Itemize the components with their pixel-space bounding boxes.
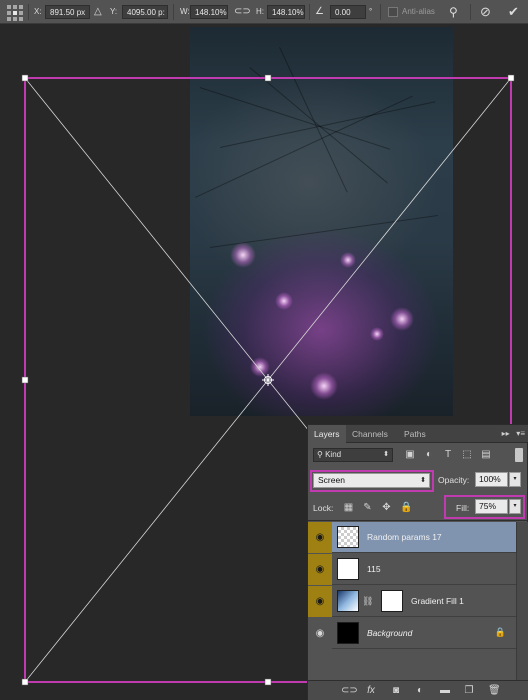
layer-lock-icon: 🔒 — [494, 627, 506, 637]
y-field[interactable]: 4095.00 p: — [122, 5, 168, 19]
filter-type-icon[interactable]: T — [442, 449, 454, 461]
width-field[interactable]: 148.10% — [190, 5, 228, 19]
layer-name: Background — [367, 628, 413, 638]
tab-layers[interactable]: Layers — [308, 425, 346, 443]
layer-thumbnail — [337, 526, 359, 548]
lock-fill-row: Lock: ▦ ✎ ✥ 🔒 Fill: 75% ▾ — [308, 495, 528, 521]
cancel-transform-icon[interactable]: ⊘ — [480, 0, 491, 24]
lock-transparent-pixels-icon[interactable]: ▦ — [343, 502, 354, 513]
lock-image-pixels-icon[interactable]: ✎ — [362, 502, 373, 513]
degree-symbol: ° — [369, 7, 373, 16]
opacity-field[interactable]: 100% — [475, 472, 508, 487]
transform-handle-top-right[interactable] — [507, 74, 515, 82]
filter-smart-object-icon[interactable]: ▤ — [480, 449, 492, 461]
gradient-thumbnail — [337, 590, 359, 612]
opacity-dropdown-icon[interactable]: ▾ — [509, 472, 521, 487]
filter-pixel-icon[interactable]: ▣ — [404, 449, 416, 461]
reference-point-icon[interactable] — [6, 4, 23, 21]
anti-alias-label: Anti-alias — [402, 7, 435, 16]
layer-filter-row: ⚲ Kind ⬍ ▣ ◐ T ⬚ ▤ — [308, 444, 528, 466]
link-icon[interactable]: ⊂⊃ — [234, 0, 251, 24]
filter-shape-icon[interactable]: ⬚ — [461, 449, 473, 461]
visibility-eye-icon[interactable]: ◉ — [308, 586, 332, 617]
layer-name: 115 — [367, 564, 381, 574]
w-label: W: — [180, 7, 190, 16]
anti-alias-checkbox[interactable] — [388, 7, 398, 17]
layer-row-gradient-fill-1[interactable]: ◉ ⛓ Gradient Fill 1 — [308, 586, 516, 617]
transform-handle-top[interactable] — [264, 74, 272, 82]
tab-channels[interactable]: Channels — [346, 425, 394, 443]
filter-kind-select[interactable]: ⚲ Kind ⬍ — [313, 448, 393, 462]
layer-list-scrollbar[interactable] — [516, 522, 528, 680]
y-label: Y: — [110, 7, 118, 16]
separator — [28, 4, 29, 20]
blend-row: Screen ⬍ Opacity: 100% ▾ — [308, 467, 528, 495]
lock-position-icon[interactable]: ✥ — [381, 502, 392, 513]
visibility-eye-icon[interactable]: ◉ — [308, 618, 332, 649]
h-label: H: — [256, 7, 264, 16]
layer-thumbnail — [337, 622, 359, 644]
commit-transform-icon[interactable]: ✔ — [508, 0, 519, 24]
trash-icon[interactable]: 🗑 — [488, 685, 501, 697]
fx-icon[interactable]: fx — [365, 685, 377, 697]
x-label: X: — [34, 7, 42, 16]
options-bar: X: 891.50 px △ Y: 4095.00 p: W: 148.10% … — [0, 0, 528, 24]
angle-icon: ∠ — [315, 6, 324, 17]
layers-panel-footer: ⊂⊃ fx ◙ ◐ ▬ ❐ 🗑 — [308, 680, 528, 700]
opacity-label: Opacity: — [438, 475, 470, 485]
lock-label: Lock: — [313, 503, 334, 513]
artwork-image — [190, 27, 453, 416]
fill-highlight — [444, 495, 525, 519]
photoshop-window: X: 891.50 px △ Y: 4095.00 p: W: 148.10% … — [0, 0, 528, 700]
mask-link-icon[interactable]: ⛓ — [362, 596, 373, 607]
layer-list: ◉ Random params 17 ◉ 115 ◉ ⛓ Gradient Fi… — [308, 522, 528, 680]
layer-row-115[interactable]: ◉ 115 — [308, 554, 516, 585]
panel-menu-icon[interactable]: ▸▸ ▾≡ — [502, 425, 525, 443]
new-group-icon[interactable]: ▬ — [439, 685, 451, 697]
layer-row-random-params-17[interactable]: ◉ Random params 17 — [308, 522, 516, 553]
blend-mode-highlight — [310, 470, 434, 492]
separator — [173, 4, 174, 20]
warp-icon[interactable]: ⚲ — [449, 0, 458, 24]
new-layer-icon[interactable]: ❐ — [463, 685, 475, 697]
search-icon: ⚲ — [317, 450, 326, 459]
layer-thumbnail — [337, 558, 359, 580]
transform-handle-left[interactable] — [21, 376, 29, 384]
separator — [309, 4, 310, 20]
adjustment-layer-icon[interactable]: ◐ — [414, 685, 426, 697]
panel-tabs: Layers Channels Paths ▸▸ ▾≡ — [308, 425, 528, 443]
filter-adjustment-icon[interactable]: ◐ — [423, 449, 435, 461]
visibility-eye-icon[interactable]: ◉ — [308, 522, 332, 553]
separator — [380, 4, 381, 20]
link-layers-icon[interactable]: ⊂⊃ — [341, 685, 358, 697]
tab-paths[interactable]: Paths — [398, 425, 432, 443]
transform-handle-top-left[interactable] — [21, 74, 29, 82]
layer-name: Gradient Fill 1 — [411, 596, 464, 606]
mask-thumbnail — [381, 590, 403, 612]
x-field[interactable]: 891.50 px — [45, 5, 90, 19]
separator — [470, 4, 471, 20]
filter-toggle[interactable] — [515, 448, 523, 462]
transform-handle-bottom[interactable] — [264, 678, 272, 686]
add-mask-icon[interactable]: ◙ — [390, 685, 402, 697]
height-field[interactable]: 148.10% — [267, 5, 305, 19]
delta-icon[interactable]: △ — [94, 0, 102, 24]
layer-name: Random params 17 — [367, 532, 442, 542]
transform-handle-bottom-left[interactable] — [21, 678, 29, 686]
angle-field[interactable]: 0.00 — [330, 5, 366, 19]
filter-kind-label: Kind — [325, 450, 342, 459]
lock-all-icon[interactable]: 🔒 — [400, 502, 412, 513]
layer-row-background[interactable]: ◉ Background 🔒 — [308, 618, 516, 649]
chevron-down-icon: ⬍ — [383, 451, 389, 458]
layers-panel: Layers Channels Paths ▸▸ ▾≡ ⚲ Kind ⬍ ▣ ◐… — [307, 424, 528, 700]
visibility-eye-icon[interactable]: ◉ — [308, 554, 332, 585]
